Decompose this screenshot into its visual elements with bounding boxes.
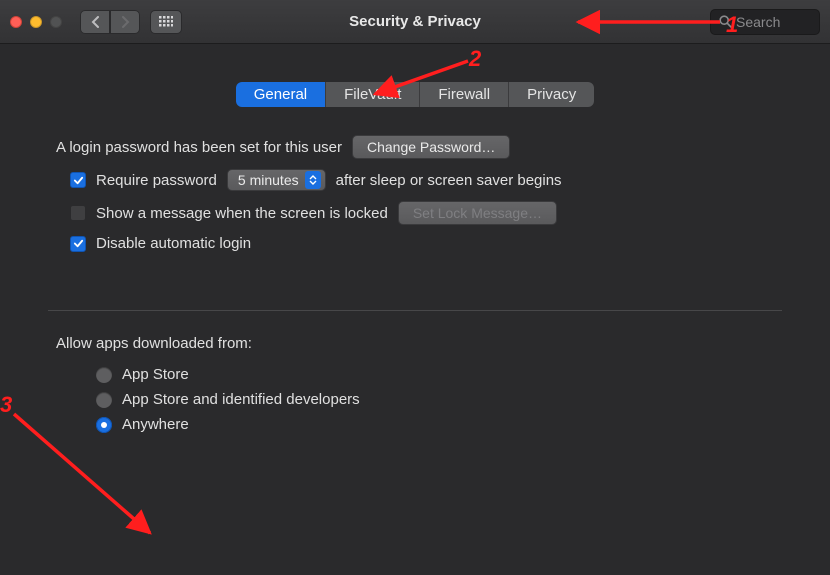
radio-identified-label: App Store and identified developers [122,391,360,408]
disable-auto-login-label: Disable automatic login [96,235,251,252]
annotation-number-1: 1 [726,12,738,38]
chevron-left-icon [91,16,100,28]
allow-apps-option-identified[interactable]: App Store and identified developers [96,391,782,408]
show-message-label: Show a message when the screen is locked [96,205,388,222]
tab-privacy[interactable]: Privacy [509,82,594,107]
radio-appstore-label: App Store [122,366,189,383]
titlebar: Security & Privacy [0,0,830,44]
annotation-number-2: 2 [469,46,481,72]
back-button[interactable] [80,10,110,34]
tab-filevault[interactable]: FileVault [326,82,420,107]
allow-apps-title: Allow apps downloaded from: [56,335,782,352]
require-password-row: Require password 5 minutes after sleep o… [70,169,782,191]
show-message-checkbox[interactable] [70,205,86,221]
radio-identified[interactable] [96,392,112,408]
window-controls [10,16,62,28]
close-window-button[interactable] [10,16,22,28]
zoom-window-button[interactable] [50,16,62,28]
allow-apps-option-appstore[interactable]: App Store [96,366,782,383]
chevron-right-icon [121,16,130,28]
radio-appstore[interactable] [96,367,112,383]
require-password-checkbox[interactable] [70,172,86,188]
section-divider [48,310,782,311]
annotation-number-3: 3 [0,392,12,418]
checkmark-icon [73,175,84,186]
nav-buttons [80,10,140,34]
tab-general[interactable]: General [236,82,326,107]
disable-auto-login-checkbox[interactable] [70,236,86,252]
require-password-delay-value: 5 minutes [238,172,299,188]
show-all-button[interactable] [150,10,182,34]
login-password-text: A login password has been set for this u… [56,139,342,156]
allow-apps-option-anywhere[interactable]: Anywhere [96,416,782,433]
select-stepper-icon [305,171,321,189]
login-password-row: A login password has been set for this u… [56,135,782,159]
checkmark-icon [73,238,84,249]
grid-icon [159,16,173,28]
require-password-label-after: after sleep or screen saver begins [336,172,562,189]
general-panel: A login password has been set for this u… [48,135,782,433]
disable-auto-login-row: Disable automatic login [70,235,782,252]
forward-button[interactable] [110,10,140,34]
minimize-window-button[interactable] [30,16,42,28]
show-message-row: Show a message when the screen is locked… [70,201,782,225]
require-password-delay-select[interactable]: 5 minutes [227,169,326,191]
radio-anywhere[interactable] [96,417,112,433]
set-lock-message-button[interactable]: Set Lock Message… [398,201,557,225]
tab-segment: General FileVault Firewall Privacy [236,82,595,107]
require-password-label-before: Require password [96,172,217,189]
change-password-button[interactable]: Change Password… [352,135,510,159]
tab-bar: General FileVault Firewall Privacy [18,82,812,107]
content-pane: General FileVault Firewall Privacy A log… [0,44,830,451]
tab-firewall[interactable]: Firewall [420,82,509,107]
radio-anywhere-label: Anywhere [122,416,189,433]
search-input[interactable] [736,14,811,30]
